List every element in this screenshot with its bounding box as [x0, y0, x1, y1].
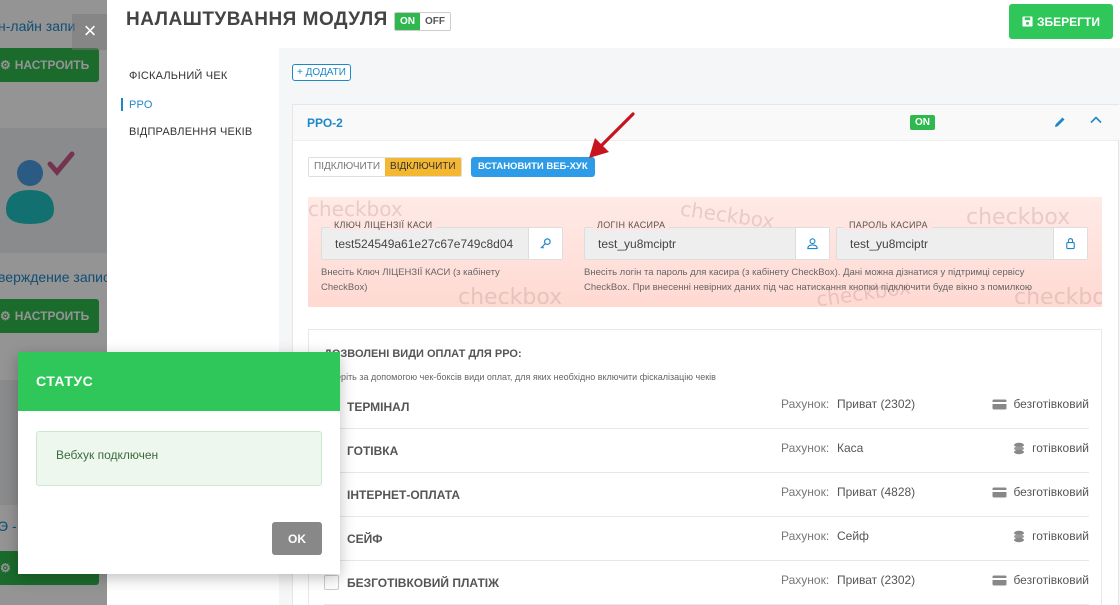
disconnect-button[interactable]: ВІДКЛЮЧИТИ — [385, 158, 461, 176]
sidebar-item-fiscal-check[interactable]: ФІСКАЛЬНИЙ ЧЕК — [129, 70, 227, 82]
modal-title: СТАТУС — [36, 373, 94, 389]
payment-name: ІНТЕРНЕТ-ОПЛАТА — [347, 488, 461, 502]
rro-card-header[interactable]: РРО-2 ON — [293, 105, 1120, 141]
card-icon — [992, 575, 1007, 585]
floppy-icon — [1022, 16, 1033, 27]
license-key-label: КЛЮЧ ЛІЦЕНЗІЇ КАСИ — [330, 220, 437, 230]
credentials-hint: Внесіть логін та пароль для касира (з ка… — [584, 265, 1102, 295]
account-value: Сейф — [837, 529, 869, 543]
account-label: Рахунок: — [781, 485, 830, 499]
card-icon — [992, 399, 1007, 409]
payment-type-label: безготівковий — [1013, 485, 1089, 499]
payment-checkbox[interactable] — [324, 575, 339, 590]
payment-name: СЕЙФ — [347, 532, 383, 546]
user-icon[interactable] — [795, 228, 829, 259]
status-message-text: Вебхук подключен — [56, 448, 159, 462]
toggle-off[interactable]: OFF — [420, 13, 450, 30]
watermark: checkbox — [308, 197, 403, 221]
payment-type: безготівковий — [992, 485, 1089, 499]
payment-name: БЕЗГОТІВКОВИЙ ПЛАТІЖ — [347, 576, 499, 590]
module-toggle[interactable]: ON OFF — [394, 12, 451, 31]
payment-types-section: ДОЗВОЛЕНІ ВИДИ ОПЛАТ ДЛЯ РРО: Оберіть за… — [308, 329, 1102, 605]
credentials-hint-line2: CheckBox. При внесенні невірних даних пі… — [584, 282, 1032, 293]
license-key-value: test524549a61e27c67e749c8d04 — [335, 237, 514, 251]
rro-card: РРО-2 ON ПІДКЛЮЧИТИ ВІДКЛЮЧИТИ ВСТАНОВИТ… — [292, 104, 1120, 605]
main-content: + ДОДАТИ РРО-2 ON ПІДКЛЮЧИТИ ВІДКЛЮЧИТИ … — [279, 48, 1120, 605]
account-value: Приват (2302) — [837, 573, 916, 587]
credentials-hint-line1: Внесіть логін та пароль для касира (з ка… — [584, 267, 1025, 278]
key-icon[interactable] — [528, 228, 562, 259]
pencil-icon[interactable] — [1053, 115, 1067, 129]
account-label: Рахунок: — [781, 529, 830, 543]
coins-icon — [1014, 530, 1025, 542]
toggle-on[interactable]: ON — [395, 13, 420, 30]
cashier-password-field[interactable]: ПАРОЛЬ КАСИРА test_yu8mciptr — [836, 220, 1088, 260]
sidebar-item-sending-checks[interactable]: ВІДПРАВЛЕННЯ ЧЕКІВ — [129, 126, 252, 138]
license-key-hint: Внесіть Ключ ЛІЦЕНЗІЇ КАСИ (з кабінету C… — [321, 265, 561, 295]
payment-type: готівковий — [1012, 441, 1089, 455]
save-label: ЗБЕРЕГТИ — [1037, 14, 1100, 29]
payment-type-label: готівковий — [1032, 441, 1089, 455]
payment-type-label: готівковий — [1032, 529, 1089, 543]
payment-types-title: ДОЗВОЛЕНІ ВИДИ ОПЛАТ ДЛЯ РРО: — [324, 348, 522, 360]
payment-type-label: безготівковий — [1013, 573, 1089, 587]
chevron-up-icon[interactable] — [1089, 113, 1103, 127]
payment-types-subtitle: Оберіть за допомогою чек-боксів види опл… — [324, 372, 716, 382]
connection-toggle[interactable]: ПІДКЛЮЧИТИ ВІДКЛЮЧИТИ — [308, 157, 462, 177]
card-icon — [992, 487, 1007, 497]
status-modal: СТАТУС Вебхук подключен OK — [18, 352, 340, 574]
connect-button[interactable]: ПІДКЛЮЧИТИ — [309, 158, 386, 176]
payment-type-label: безготівковий — [1013, 397, 1089, 411]
save-button[interactable]: ЗБЕРЕГТИ — [1009, 4, 1113, 39]
add-button[interactable]: + ДОДАТИ — [292, 64, 351, 81]
set-webhook-button[interactable]: ВСТАНОВИТИ ВЕБ-ХУК — [471, 157, 595, 177]
modal-header: СТАТУС — [18, 352, 340, 411]
active-marker — [121, 98, 123, 111]
payment-type: безготівковий — [992, 573, 1089, 587]
status-message: Вебхук подключен — [36, 431, 322, 486]
license-key-hint-line1: Внесіть Ключ ЛІЦЕНЗІЇ КАСИ (з кабінету — [321, 267, 500, 278]
payment-row: ІНТЕРНЕТ-ОПЛАТА Рахунок: Приват (4828) б… — [324, 473, 1089, 517]
payment-type: готівковий — [1012, 529, 1089, 543]
payment-row: БЕЗГОТІВКОВИЙ ПЛАТІЖ Рахунок: Приват (23… — [324, 561, 1089, 605]
account-label: Рахунок: — [781, 573, 830, 587]
account-value: Приват (2302) — [837, 397, 916, 411]
payment-row: ГОТІВКА Рахунок: Каса готівковий — [324, 429, 1089, 473]
account-value: Каса — [837, 441, 864, 455]
close-icon[interactable]: × — [72, 14, 108, 50]
cashier-password-label: ПАРОЛЬ КАСИРА — [845, 220, 932, 230]
lock-icon[interactable] — [1053, 228, 1087, 259]
panel-header: НАЛАШТУВАННЯ МОДУЛЯ ON OFF ЗБЕРЕГТИ — [107, 0, 1120, 48]
ok-button[interactable]: OK — [272, 522, 322, 555]
payment-row: СЕЙФ Рахунок: Сейф готівковий — [324, 517, 1089, 561]
account-label: Рахунок: — [781, 441, 830, 455]
cashier-login-label: ЛОГІН КАСИРА — [593, 220, 670, 230]
payment-row: ТЕРМІНАЛ Рахунок: Приват (2302) безготів… — [324, 385, 1089, 429]
payment-type: безготівковий — [992, 397, 1089, 411]
payment-name: ТЕРМІНАЛ — [347, 400, 410, 414]
payment-name: ГОТІВКА — [347, 444, 399, 458]
page-title: НАЛАШТУВАННЯ МОДУЛЯ — [126, 9, 388, 30]
cashier-login-field[interactable]: ЛОГІН КАСИРА test_yu8mciptr — [584, 220, 830, 260]
annotation-arrow-icon — [589, 112, 635, 158]
status-badge: ON — [910, 115, 935, 130]
coins-icon — [1014, 442, 1025, 454]
checkbox-credentials-area: checkbox checkbox checkbox checkbox chec… — [308, 197, 1102, 307]
sidebar-item-rro[interactable]: РРО — [129, 99, 153, 111]
cashier-login-value: test_yu8mciptr — [598, 237, 677, 251]
account-label: Рахунок: — [781, 397, 830, 411]
license-key-hint-line2: CheckBox) — [321, 282, 368, 293]
account-value: Приват (4828) — [837, 485, 916, 499]
license-key-field[interactable]: КЛЮЧ ЛІЦЕНЗІЇ КАСИ test524549a61e27c67e7… — [321, 220, 563, 260]
cashier-password-value: test_yu8mciptr — [850, 237, 929, 251]
rro-name: РРО-2 — [307, 116, 343, 130]
